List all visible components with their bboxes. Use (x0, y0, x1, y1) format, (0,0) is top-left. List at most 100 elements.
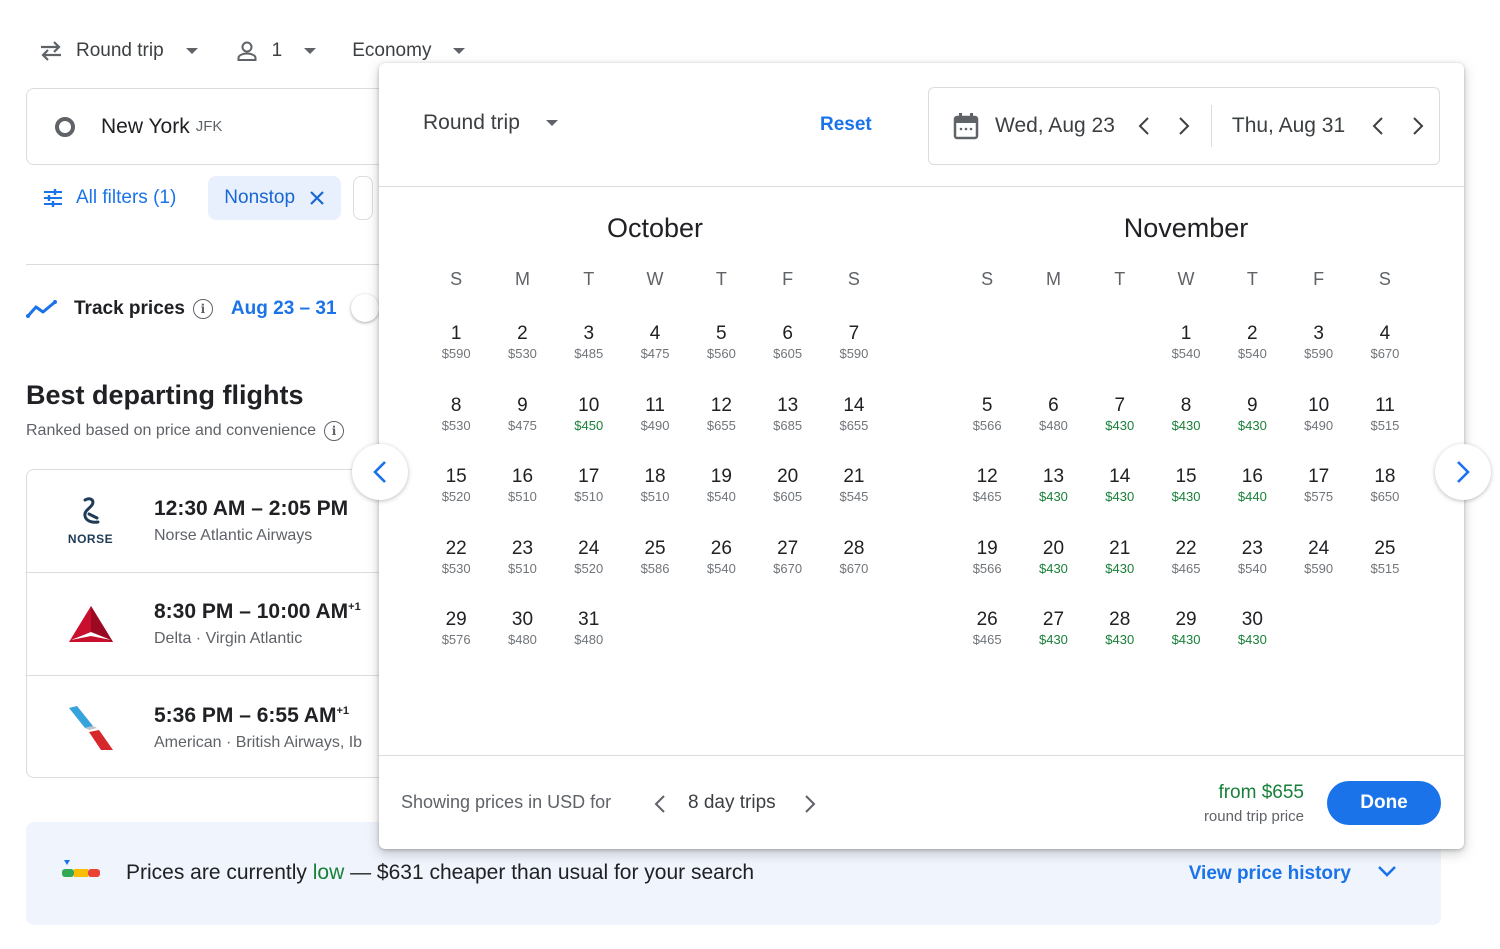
dialog-trip-type-select[interactable]: Round trip (423, 111, 558, 135)
calendar-day[interactable]: 9 $430 (1219, 389, 1285, 461)
day-number: 27 (777, 537, 799, 559)
calendar-day[interactable]: 20 $430 (1020, 532, 1086, 604)
calendar-day[interactable]: 12 $465 (954, 460, 1020, 532)
passengers-select[interactable]: 1 (234, 38, 317, 64)
departure-next-day-button[interactable] (1173, 111, 1195, 141)
calendar-day[interactable]: 2 $540 (1219, 317, 1285, 389)
day-price: $430 (1105, 632, 1135, 647)
passengers-value: 1 (271, 40, 283, 61)
longer-trip-button[interactable] (799, 789, 821, 819)
calendar-day[interactable]: 1 $540 (1153, 317, 1219, 389)
day-price: $490 (1304, 417, 1334, 433)
calendar-day[interactable]: 23 $510 (489, 532, 555, 604)
origin-city: New York (101, 114, 190, 138)
calendar-day[interactable]: 18 $650 (1352, 460, 1418, 532)
view-price-history-link[interactable]: View price history (1189, 863, 1351, 885)
calendar-icon (953, 112, 979, 140)
departure-date-input[interactable]: Wed, Aug 23 (995, 114, 1115, 138)
calendar-day[interactable]: 11 $490 (622, 389, 688, 461)
done-button[interactable]: Done (1327, 781, 1441, 825)
day-price: $510 (507, 560, 537, 576)
filter-chip-nonstop[interactable]: Nonstop (208, 176, 342, 220)
calendar-day[interactable]: 10 $450 (556, 389, 622, 461)
calendar-day[interactable]: 22 $465 (1153, 532, 1219, 604)
calendar-day[interactable]: 5 $560 (688, 317, 754, 389)
calendar-day[interactable]: 6 $480 (1020, 389, 1086, 461)
calendar-day[interactable]: 16 $440 (1219, 460, 1285, 532)
calendar-day[interactable]: 3 $485 (556, 317, 622, 389)
calendar-day[interactable]: 27 $670 (754, 532, 820, 604)
calendar-day[interactable]: 11 $515 (1352, 389, 1418, 461)
calendar-day[interactable]: 10 $490 (1285, 389, 1351, 461)
cabin-class-select[interactable]: Economy (352, 40, 466, 62)
calendar-day[interactable]: 15 $430 (1153, 460, 1219, 532)
calendar-day[interactable]: 4 $475 (622, 317, 688, 389)
calendar-day[interactable]: 4 $670 (1352, 317, 1418, 389)
chevron-down-icon[interactable] (1377, 864, 1397, 883)
day-number: 17 (578, 466, 600, 487)
calendar-day[interactable]: 24 $520 (556, 532, 622, 604)
calendar-day[interactable]: 1 $590 (423, 317, 489, 389)
calendar-day[interactable]: 23 $540 (1219, 532, 1285, 604)
calendar-day[interactable]: 28 $430 (1087, 603, 1153, 675)
calendar-day[interactable]: 21 $430 (1087, 532, 1153, 604)
return-date-input[interactable]: Thu, Aug 31 (1232, 114, 1345, 138)
calendar-day[interactable]: 17 $575 (1285, 460, 1351, 532)
calendar-day[interactable]: 25 $586 (622, 532, 688, 604)
calendar-day[interactable]: 14 $655 (821, 389, 887, 461)
calendar-day[interactable]: 24 $590 (1285, 532, 1351, 604)
calendar-day[interactable]: 19 $540 (688, 460, 754, 532)
info-icon[interactable]: i (323, 421, 344, 441)
calendar-day[interactable]: 25 $515 (1352, 532, 1418, 604)
toggle-knob (350, 294, 379, 322)
calendar-day[interactable]: 26 $540 (688, 532, 754, 604)
previous-month-button[interactable] (352, 444, 408, 500)
calendar-day[interactable]: 26 $465 (954, 603, 1020, 675)
calendar-day[interactable]: 17 $510 (556, 460, 622, 532)
shorter-trip-button[interactable] (649, 789, 671, 819)
calendar-day[interactable]: 2 $530 (489, 317, 555, 389)
departure-prev-day-button[interactable] (1133, 111, 1155, 141)
calendar-day[interactable]: 27 $430 (1020, 603, 1086, 675)
close-icon[interactable] (309, 190, 325, 206)
calendar-day[interactable]: 30 $480 (489, 603, 555, 675)
calendar-day[interactable]: 12 $655 (688, 389, 754, 461)
calendar-day[interactable]: 30 $430 (1219, 603, 1285, 675)
price-insight-text: Prices are currently low — $631 cheaper … (126, 861, 754, 885)
flight-times: 12:30 AM – 2:05 PM (154, 497, 348, 521)
calendar-day[interactable]: 29 $430 (1153, 603, 1219, 675)
reset-button[interactable]: Reset (820, 114, 872, 136)
flight-airlines: Norse Atlantic Airways (154, 527, 313, 544)
calendar-day[interactable]: 28 $670 (821, 532, 887, 604)
calendar-day[interactable]: 9 $475 (489, 389, 555, 461)
calendar-day[interactable]: 13 $430 (1020, 460, 1086, 532)
calendar-day[interactable]: 7 $590 (821, 317, 887, 389)
calendar-day[interactable]: 19 $566 (954, 532, 1020, 604)
calendar-day[interactable]: 5 $566 (954, 389, 1020, 461)
calendar-day[interactable]: 8 $430 (1153, 389, 1219, 461)
calendar-day[interactable]: 22 $530 (423, 532, 489, 604)
calendar-day[interactable]: 8 $530 (423, 389, 489, 461)
delta-logo (27, 604, 154, 644)
calendar-day[interactable]: 29 $576 (423, 603, 489, 675)
next-month-button[interactable] (1435, 444, 1491, 500)
calendar-day[interactable]: 6 $605 (754, 317, 820, 389)
calendar-day[interactable]: 20 $605 (754, 460, 820, 532)
calendar-day[interactable]: 21 $545 (821, 460, 887, 532)
calendar-day[interactable]: 13 $685 (754, 389, 820, 461)
calendar-day[interactable]: 3 $590 (1285, 317, 1351, 389)
calendar-day[interactable]: 7 $430 (1087, 389, 1153, 461)
all-filters-button[interactable]: All filters (1) (42, 187, 176, 209)
calendar-day[interactable]: 31 $480 (556, 603, 622, 675)
return-prev-day-button[interactable] (1367, 111, 1389, 141)
return-next-day-button[interactable] (1407, 111, 1429, 141)
calendar-day[interactable]: 16 $510 (489, 460, 555, 532)
flight-time-range: 5:36 PM – 6:55 AM (154, 703, 337, 727)
info-icon[interactable]: i (192, 299, 213, 319)
calendar-day[interactable]: 14 $430 (1087, 460, 1153, 532)
calendar-day[interactable]: 15 $520 (423, 460, 489, 532)
trip-type-select[interactable]: Round trip (38, 38, 198, 64)
day-price: $510 (574, 489, 604, 504)
filter-chip-partial[interactable] (353, 176, 374, 220)
calendar-day[interactable]: 18 $510 (622, 460, 688, 532)
